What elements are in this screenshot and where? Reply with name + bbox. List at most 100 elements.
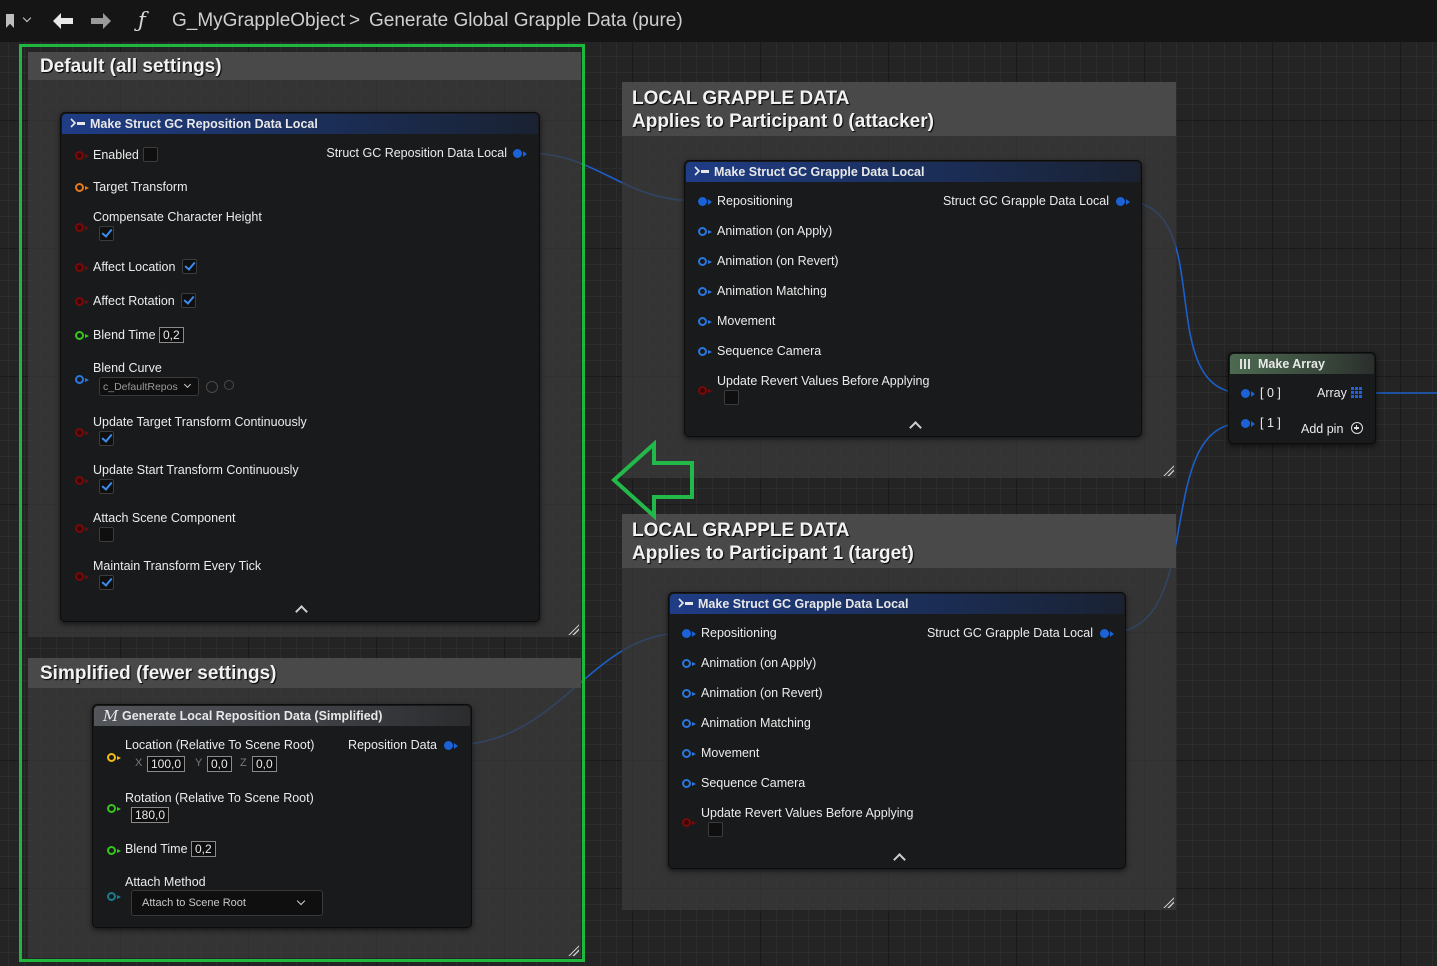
chevron-down-icon[interactable] — [22, 13, 32, 23]
target-transform-pin[interactable] — [75, 183, 89, 192]
node-title: Generate Local Reposition Data (Simplifi… — [122, 709, 383, 723]
struct-node-icon — [694, 166, 709, 176]
blend-curve-pin[interactable] — [75, 375, 89, 384]
compensate-checkbox[interactable] — [99, 226, 114, 241]
location-z-input[interactable]: 0,0 — [252, 756, 277, 772]
back-arrow-icon[interactable] — [52, 12, 74, 30]
sequence-camera-pin[interactable] — [698, 347, 712, 356]
attach-scene-checkbox[interactable] — [99, 527, 114, 542]
update-target-pin[interactable] — [75, 428, 89, 437]
enabled-pin[interactable] — [75, 151, 89, 160]
array-element-1-label: [ 1 ] — [1260, 416, 1281, 430]
animation-apply-pin[interactable] — [698, 227, 712, 236]
repositioning-pin[interactable] — [682, 629, 696, 638]
affect-rotation-checkbox[interactable] — [181, 293, 196, 308]
rotation-rotator-pin[interactable] — [107, 804, 121, 813]
attach-scene-pin[interactable] — [75, 524, 89, 533]
update-revert-checkbox[interactable] — [708, 822, 723, 837]
add-pin-plus-icon[interactable] — [1351, 422, 1363, 434]
affect-location-pin[interactable] — [75, 263, 89, 272]
target-transform-label: Target Transform — [93, 180, 188, 194]
location-label: Location (Relative To Scene Root) — [125, 738, 315, 752]
output-struct-pin[interactable] — [513, 149, 527, 158]
resize-handle[interactable] — [1162, 464, 1174, 476]
rotation-label: Rotation (Relative To Scene Root) — [125, 791, 314, 805]
node-make-array[interactable]: Make Array [ 0 ] [ 1 ] Array Add pin — [1228, 352, 1376, 444]
update-start-checkbox[interactable] — [99, 479, 114, 494]
output-struct-pin[interactable] — [444, 741, 458, 750]
x-axis-label: X — [135, 757, 143, 769]
update-target-checkbox[interactable] — [99, 431, 114, 446]
animation-matching-pin[interactable] — [698, 287, 712, 296]
rotation-input[interactable]: 180,0 — [131, 807, 170, 823]
animation-matching-label: Animation Matching — [717, 284, 827, 298]
blend-curve-dropdown[interactable]: c_DefaultRepos — [99, 377, 199, 396]
location-x-input[interactable]: 100,0 — [147, 756, 186, 772]
update-revert-label: Update Revert Values Before Applying — [717, 374, 930, 388]
output-label: Struct GC Reposition Data Local — [326, 146, 507, 160]
array-grid-icon[interactable] — [1351, 387, 1362, 398]
update-target-label: Update Target Transform Continuously — [93, 415, 307, 429]
output-struct-pin[interactable] — [1100, 629, 1114, 638]
location-vector-pin[interactable] — [107, 753, 121, 762]
attach-method-dropdown[interactable]: Attach to Scene Root — [131, 890, 323, 916]
animation-matching-pin[interactable] — [682, 719, 696, 728]
affect-rotation-pin[interactable] — [75, 297, 89, 306]
animation-revert-label: Animation (on Revert) — [717, 254, 839, 268]
blend-time-input[interactable]: 0,2 — [191, 841, 216, 857]
blend-time-pin[interactable] — [107, 846, 121, 855]
update-revert-pin[interactable] — [682, 818, 696, 827]
enabled-checkbox[interactable] — [143, 147, 158, 162]
movement-label: Movement — [717, 314, 776, 328]
repositioning-pin[interactable] — [698, 197, 712, 206]
animation-revert-pin[interactable] — [698, 257, 712, 266]
collapse-chevron-up-icon[interactable] — [893, 853, 906, 866]
node-generate-local-reposition-simplified[interactable]: M Generate Local Reposition Data (Simpli… — [92, 704, 472, 928]
update-revert-label: Update Revert Values Before Applying — [701, 806, 914, 820]
animation-apply-pin[interactable] — [682, 659, 696, 668]
animation-apply-label: Animation (on Apply) — [717, 224, 833, 238]
sequence-camera-label: Sequence Camera — [701, 776, 806, 790]
attach-method-label: Attach Method — [125, 875, 206, 889]
breadcrumb-function[interactable]: Generate Global Grapple Data (pure) — [369, 10, 683, 32]
update-revert-pin[interactable] — [698, 386, 712, 395]
struct-node-icon — [678, 598, 693, 608]
forward-arrow-icon[interactable] — [90, 12, 112, 30]
affect-rotation-label: Affect Rotation — [93, 294, 175, 308]
sequence-camera-pin[interactable] — [682, 779, 696, 788]
blend-time-input[interactable]: 0,2 — [159, 327, 184, 343]
movement-label: Movement — [701, 746, 760, 760]
resize-handle[interactable] — [1162, 896, 1174, 908]
node-make-struct-grapple-1[interactable]: Make Struct GC Grapple Data Local Struct… — [668, 592, 1126, 869]
collapse-chevron-up-icon[interactable] — [295, 605, 308, 618]
array-element-0-pin[interactable] — [1241, 389, 1255, 398]
maintain-pin[interactable] — [75, 572, 89, 581]
blend-time-pin[interactable] — [75, 331, 89, 340]
breadcrumb-object[interactable]: G_MyGrappleObject — [172, 10, 345, 32]
add-pin-label[interactable]: Add pin — [1301, 422, 1343, 436]
update-start-pin[interactable] — [75, 476, 89, 485]
use-selected-asset-icon[interactable] — [206, 381, 218, 393]
attach-method-value: Attach to Scene Root — [142, 897, 246, 909]
chevron-down-icon — [296, 896, 306, 906]
movement-pin[interactable] — [682, 749, 696, 758]
array-element-1-pin[interactable] — [1241, 419, 1255, 428]
node-make-struct-reposition[interactable]: Make Struct GC Reposition Data Local Str… — [60, 112, 540, 622]
compensate-pin[interactable] — [75, 223, 89, 232]
attach-method-pin[interactable] — [107, 892, 121, 901]
node-make-struct-grapple-0[interactable]: Make Struct GC Grapple Data Local Struct… — [684, 160, 1142, 437]
collapse-chevron-up-icon[interactable] — [909, 421, 922, 434]
blend-curve-label: Blend Curve — [93, 361, 162, 375]
update-revert-checkbox[interactable] — [724, 390, 739, 405]
attach-scene-label: Attach Scene Component — [93, 511, 236, 525]
animation-revert-pin[interactable] — [682, 689, 696, 698]
compensate-label: Compensate Character Height — [93, 210, 262, 224]
affect-location-checkbox[interactable] — [182, 259, 197, 274]
chevron-down-icon — [183, 380, 192, 389]
output-struct-pin[interactable] — [1116, 197, 1130, 206]
movement-pin[interactable] — [698, 317, 712, 326]
browse-search-icon[interactable] — [224, 380, 234, 390]
location-y-input[interactable]: 0,0 — [207, 756, 232, 772]
bookmark-icon[interactable] — [6, 14, 14, 28]
maintain-checkbox[interactable] — [99, 575, 114, 590]
